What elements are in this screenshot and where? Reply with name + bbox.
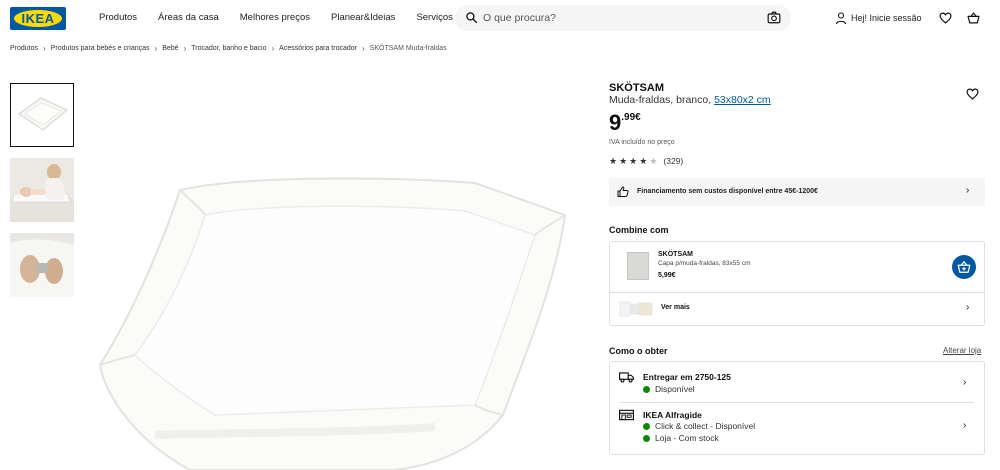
product-desc-text: Muda-fraldas, branco, — [609, 94, 712, 106]
financing-text: Financiamento sem custos disponível entr… — [637, 188, 818, 195]
star-filled-icon: ★ — [619, 156, 628, 166]
breadcrumb-item[interactable]: Acessórios para trocador — [279, 45, 357, 52]
add-to-cart-button[interactable] — [952, 255, 976, 279]
breadcrumb-item[interactable]: Produtos — [10, 45, 38, 52]
status-dot — [643, 434, 650, 442]
delivery-status-text: Disponível — [655, 384, 695, 394]
status-dot — [643, 422, 650, 430]
thumbnail-baby-changing[interactable] — [10, 158, 74, 222]
nav-melhores-precos[interactable]: Melhores preços — [240, 12, 310, 23]
combine-item-desc: Capa p/muda-fraldas, 83x55 cm — [658, 260, 751, 267]
thumbnail-pad-detail[interactable] — [10, 233, 74, 297]
search-icon — [466, 12, 478, 24]
chevron-right-icon[interactable]: › — [966, 302, 969, 313]
nav-areas-da-casa[interactable]: Áreas da casa — [158, 12, 219, 23]
chevron-right-icon: › — [183, 44, 187, 53]
delivery-status: Disponível — [643, 384, 695, 394]
breadcrumb-item[interactable]: Trocador, banho e bacio — [191, 45, 266, 52]
store-icon — [619, 409, 634, 421]
chevron-right-icon: › — [271, 44, 275, 53]
nav-servicos[interactable]: Serviços — [416, 12, 452, 23]
ikea-logo[interactable]: IKEA — [10, 7, 66, 30]
logo-text: IKEA — [21, 11, 55, 26]
product-price: 9.99€ — [609, 110, 641, 136]
breadcrumb-item[interactable]: Produtos para bebés e crianças — [51, 45, 150, 52]
chevron-right-icon: › — [43, 44, 46, 53]
star-filled-icon: ★ — [629, 156, 638, 166]
nav-planear-ideias[interactable]: Planear&Ideias — [331, 12, 395, 23]
add-to-cart-icon — [957, 260, 971, 273]
camera-search-icon[interactable] — [767, 11, 781, 24]
combine-item-name[interactable]: SKÖTSAM — [658, 251, 693, 258]
star-rating: ★ ★ ★ ★ ★ — [609, 156, 657, 166]
review-count[interactable]: (329) — [663, 156, 683, 166]
click-collect-status: Click & collect - Disponível — [643, 421, 755, 431]
chevron-right-icon[interactable]: › — [963, 420, 966, 431]
click-collect-text: Click & collect - Disponível — [655, 421, 756, 431]
divider — [620, 402, 974, 403]
add-to-favourites-icon[interactable] — [966, 88, 979, 100]
main-nav: Produtos Áreas da casa Melhores preços P… — [99, 12, 474, 23]
star-empty-icon: ★ — [649, 156, 658, 166]
cover-product-image[interactable] — [627, 252, 649, 280]
login-link[interactable]: Hej! Inicie sessão — [851, 13, 922, 23]
price-integer: 9 — [609, 110, 622, 135]
store-stock-status: Loja - Com stock — [643, 433, 719, 443]
product-description: Muda-fraldas, branco, 53x80x2 cm — [609, 94, 771, 106]
thumbs-up-icon — [617, 186, 629, 197]
financing-banner[interactable]: Financiamento sem custos disponível entr… — [609, 178, 985, 206]
combine-heading: Combine com — [609, 225, 669, 235]
divider — [610, 292, 984, 293]
product-name: SKÖTSAM — [609, 82, 664, 94]
availability-heading: Como o obter — [609, 346, 668, 356]
user-icon[interactable] — [835, 12, 847, 25]
rating[interactable]: ★ ★ ★ ★ ★ (329) — [609, 156, 683, 166]
delivery-truck-icon — [619, 372, 634, 383]
changing-pad-image — [17, 97, 69, 131]
size-link[interactable]: 53x80x2 cm — [714, 94, 771, 106]
search-bar[interactable]: O que procura? — [455, 5, 791, 31]
breadcrumb-current: SKÖTSAM Muda-fraldas — [369, 45, 447, 52]
chevron-right-icon[interactable]: › — [963, 377, 966, 388]
site-header: IKEA Produtos Áreas da casa Melhores pre… — [0, 0, 1000, 38]
combine-item-price: 5,99€ — [658, 272, 676, 279]
shopping-bag-icon[interactable] — [967, 12, 980, 24]
thumbnail-changing-pad[interactable] — [10, 83, 74, 147]
change-store-link[interactable]: Alterar loja — [943, 346, 981, 355]
price-decimal: .99€ — [621, 112, 641, 123]
availability-box: Entregar em 2750-125 Disponível › IKEA A… — [609, 361, 985, 455]
breadcrumb: Produtos › Produtos para bebés e crianças… — [10, 44, 447, 53]
pad-detail-photo — [10, 233, 74, 297]
product-main-image — [98, 177, 567, 470]
nav-produtos[interactable]: Produtos — [99, 12, 137, 23]
vat-note: IVA incluído no preço — [609, 139, 675, 146]
status-dot — [643, 385, 650, 393]
see-more-link[interactable]: Ver mais — [661, 304, 690, 311]
store-title[interactable]: IKEA Alfragide — [643, 410, 702, 420]
baby-changing-photo — [10, 158, 74, 222]
store-stock-text: Loja - Com stock — [655, 433, 719, 443]
chevron-right-icon: › — [362, 44, 365, 53]
more-products-thumbnails — [619, 301, 653, 317]
search-input[interactable]: O que procura? — [483, 12, 556, 24]
chevron-right-icon: › — [154, 44, 158, 53]
chevron-right-icon: › — [966, 185, 970, 196]
delivery-title[interactable]: Entregar em 2750-125 — [643, 372, 731, 382]
star-filled-icon: ★ — [639, 156, 648, 166]
favourites-icon[interactable] — [939, 12, 952, 24]
star-filled-icon: ★ — [609, 156, 618, 166]
breadcrumb-item[interactable]: Bebé — [162, 45, 178, 52]
combine-box: SKÖTSAM Capa p/muda-fraldas, 83x55 cm 5,… — [609, 241, 985, 326]
